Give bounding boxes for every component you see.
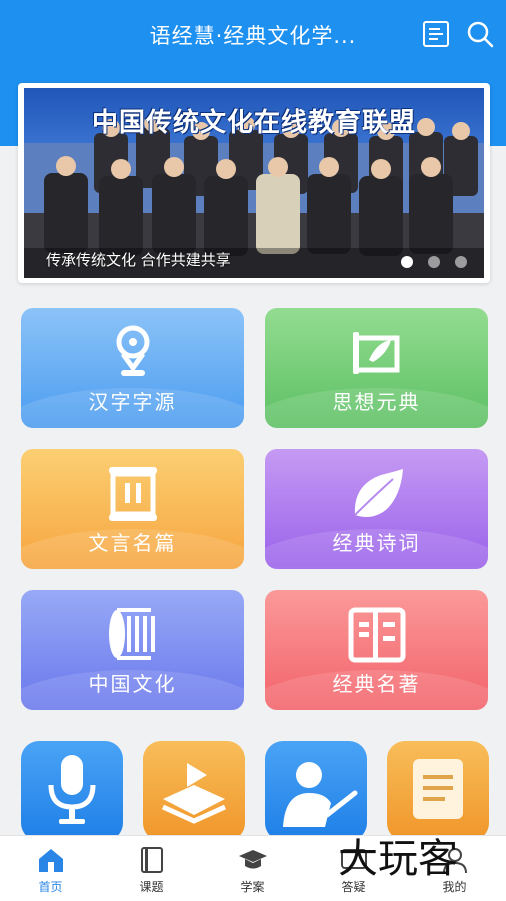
banner-photo[interactable]: 中国传统文化在线教育联盟 传承传统文化 合作共建共享 [24,88,484,278]
tab-label: 首页 [38,880,63,894]
tile-label: 思想元典 [332,390,421,414]
tab-study-plan[interactable]: 学案 [202,836,303,901]
tile-wenyan-mingpian[interactable]: 文言名篇 [21,449,244,569]
carousel-dot-3[interactable] [455,256,467,268]
book-icon [347,606,407,664]
tile-label: 文言名篇 [88,531,177,555]
carousel-dot-2[interactable] [428,256,440,268]
tile-label: 经典名著 [332,672,421,696]
microphone-icon [48,755,96,824]
graduation-cap-icon [238,846,268,874]
app-video-lesson[interactable] [143,741,245,841]
bamboo-scroll-icon [103,606,163,664]
tab-home[interactable]: 首页 [0,836,101,901]
carousel-dot-1[interactable] [401,256,413,268]
video-book-icon [161,763,227,824]
tile-label: 中国文化 [88,672,177,696]
tile-hanzi-ziyuan[interactable]: 汉字字源 [21,308,244,428]
watermark: 大玩客 [338,836,458,882]
app-voice[interactable] [21,741,123,841]
tile-jingdian-shici[interactable]: 经典诗词 [265,449,488,569]
tile-label: 经典诗词 [332,531,421,555]
location-pin-icon [103,324,163,382]
scroll-brush-icon [347,324,407,382]
tab-topics[interactable]: 课题 [101,836,202,901]
leaf-icon [347,465,407,523]
banner-headline: 中国传统文化在线教育联盟 [91,108,416,138]
scroll-frame-icon [103,465,163,523]
search-icon[interactable] [466,20,494,48]
book-icon [137,846,167,874]
banner-carousel[interactable]: 中国传统文化在线教育联盟 传承传统文化 合作共建共享 [18,83,490,283]
banner-caption: 传承传统文化 合作共建共享 [46,251,231,269]
tab-label: 课题 [139,880,164,894]
tab-label: 学案 [240,880,265,894]
tile-sixiang-yuandian[interactable]: 思想元典 [265,308,488,428]
tile-jingdian-mingzhu[interactable]: 经典名著 [265,590,488,710]
tile-label: 汉字字源 [88,390,177,414]
list-icon[interactable] [422,20,450,48]
tile-zhongguo-wenhua[interactable]: 中国文化 [21,590,244,710]
home-icon [36,846,66,874]
